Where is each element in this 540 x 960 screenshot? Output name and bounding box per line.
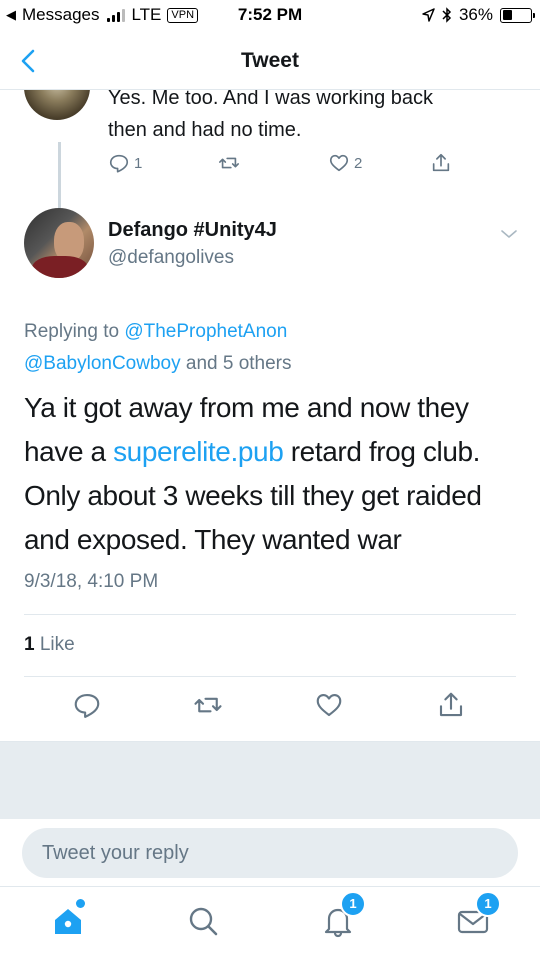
author-avatar[interactable] xyxy=(24,208,94,278)
tweet-options-button[interactable] xyxy=(497,222,521,246)
replying-to: Replying to @TheProphetAnon @BabylonCowb… xyxy=(24,316,524,380)
previous-tweet-actions: 1 2 xyxy=(108,152,468,182)
location-icon xyxy=(422,8,435,22)
reply-button[interactable]: 1 xyxy=(108,152,142,174)
retweet-icon xyxy=(219,157,239,169)
reply-icon xyxy=(109,154,129,173)
tab-bar: 1 1 xyxy=(0,886,540,960)
share-button[interactable] xyxy=(430,152,452,174)
battery-fill xyxy=(502,10,512,20)
page-title: Tweet xyxy=(241,49,299,72)
reply-icon xyxy=(74,693,100,718)
thread-connector xyxy=(58,142,61,208)
status-bar: ◀ Messages LTE VPN 7:52 PM 36% xyxy=(0,0,540,32)
previous-tweet-line: then and had no time. xyxy=(108,119,302,141)
reply-input[interactable]: Tweet your reply xyxy=(22,828,518,878)
tweet-body: Ya it got away from me and now they have… xyxy=(24,386,524,562)
author-display-name[interactable]: Defango #Unity4J xyxy=(108,219,277,242)
tab-home[interactable] xyxy=(50,899,86,939)
messages-badge: 1 xyxy=(475,891,501,917)
like-button[interactable]: 2 xyxy=(328,152,362,174)
tab-search[interactable] xyxy=(185,903,221,939)
previous-tweet-avatar[interactable] xyxy=(24,90,90,120)
reply-button[interactable] xyxy=(72,690,102,720)
notifications-badge: 1 xyxy=(340,891,366,917)
new-content-dot xyxy=(76,899,85,908)
status-right: 36% xyxy=(422,5,535,25)
battery-percent: 36% xyxy=(458,5,493,24)
divider xyxy=(24,614,516,615)
tab-messages[interactable]: 1 xyxy=(455,891,501,939)
replies-placeholder-area xyxy=(0,741,540,819)
bluetooth-icon xyxy=(442,7,452,23)
reply-count: 1 xyxy=(134,154,143,172)
author-handle[interactable]: @defangolives xyxy=(108,247,234,269)
like-count: 2 xyxy=(354,154,363,172)
like-button[interactable] xyxy=(314,690,344,720)
previous-tweet-text: Yes. Me too. And I was working back then… xyxy=(108,90,518,146)
chevron-down-icon xyxy=(501,230,517,238)
home-icon xyxy=(55,909,81,934)
battery-icon xyxy=(500,7,535,23)
avatar-shirt xyxy=(32,256,88,278)
tweet-timestamp: 9/3/18, 4:10 PM xyxy=(24,571,159,592)
mention-link[interactable]: @TheProphetAnon xyxy=(124,321,287,342)
retweet-button[interactable] xyxy=(218,152,240,174)
like-summary-label: Like xyxy=(39,634,75,655)
retweet-icon xyxy=(194,697,222,713)
mention-link[interactable]: @BabylonCowboy xyxy=(24,353,181,374)
nav-bar: Tweet xyxy=(0,32,540,90)
like-summary-count: 1 xyxy=(24,634,35,655)
replying-label: Replying to xyxy=(24,321,120,342)
like-summary[interactable]: 1 Like xyxy=(24,634,75,656)
search-icon xyxy=(189,907,218,936)
replying-rest[interactable]: and 5 others xyxy=(186,353,292,374)
heart-icon xyxy=(329,154,349,172)
share-icon xyxy=(432,153,450,172)
divider xyxy=(24,676,516,677)
previous-tweet-line: Yes. Me too. And I was working back xyxy=(108,90,433,109)
reply-placeholder: Tweet your reply xyxy=(42,842,189,864)
tweet-link[interactable]: superelite.pub xyxy=(113,436,284,467)
share-icon xyxy=(439,692,463,717)
tab-notifications[interactable]: 1 xyxy=(320,891,366,939)
tweet-actions xyxy=(0,690,540,730)
share-button[interactable] xyxy=(436,690,466,720)
heart-icon xyxy=(316,693,342,717)
retweet-button[interactable] xyxy=(193,690,223,720)
